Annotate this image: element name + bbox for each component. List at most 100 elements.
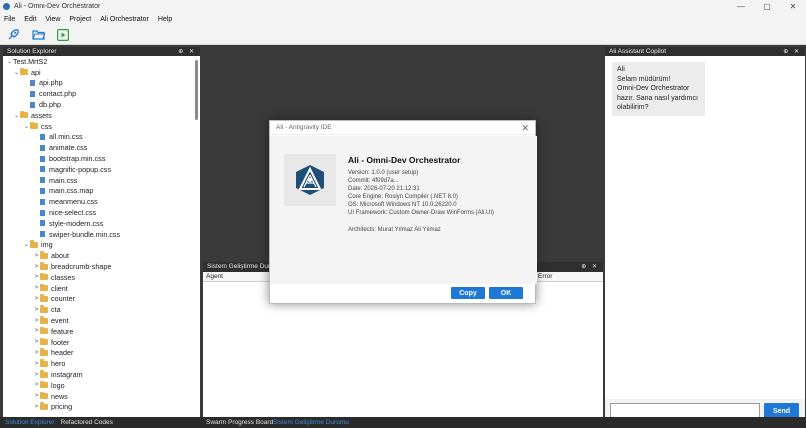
panel-pin-close-icons[interactable]: ⊕ ✕ [581, 263, 599, 270]
tab-refactored-codes[interactable]: Refactored Codes [61, 419, 113, 426]
version-info: Version: 1.0.0 (user setup) Commit: 4f09… [348, 169, 494, 217]
tree-folder-item[interactable]: > pricing [3, 402, 200, 413]
tree-folder-item[interactable]: > logo [3, 380, 200, 391]
expand-arrow-icon[interactable]: > [33, 328, 40, 334]
menu-help[interactable]: Help [158, 16, 172, 23]
column-error[interactable]: Error [538, 273, 552, 280]
minimize-button[interactable]: — [728, 0, 754, 13]
tree-file-item[interactable]: bootstrap.min.css [3, 153, 200, 164]
folder-icon [40, 348, 48, 356]
tab-system-status[interactable]: Sistem Geliştirme Durumu [273, 419, 349, 426]
tree-folder-item[interactable]: > breadcrumb-shape [3, 261, 200, 272]
tree-item-label: footer [51, 337, 70, 347]
menu-view[interactable]: View [45, 16, 60, 23]
expand-arrow-icon[interactable]: > [33, 372, 40, 378]
tab-solution-explorer[interactable]: Solution Explorer [5, 419, 55, 426]
file-icon [40, 209, 45, 216]
tree-file-item[interactable]: main.css [3, 175, 200, 186]
tree-item-label: css [41, 121, 52, 131]
tree-folder-item[interactable]: > cta [3, 304, 200, 315]
copilot-title: Ali Assistant Copilot [609, 48, 667, 55]
tree-file-item[interactable]: swiper-bundle.min.css [3, 229, 200, 240]
tree-folder-item[interactable]: > header [3, 348, 200, 359]
expand-arrow-icon[interactable]: > [33, 350, 40, 356]
menu-ali-orchestrator[interactable]: Ali Orchestrator [100, 16, 149, 23]
expand-arrow-icon[interactable]: > [33, 274, 40, 280]
file-icon [40, 144, 45, 151]
tree-item-label: meanmenu.css [49, 197, 98, 207]
expand-arrow-icon[interactable]: > [33, 296, 40, 302]
tree-item-label: img [41, 240, 53, 250]
tree-file-item[interactable]: style-modern.css [3, 218, 200, 229]
tree-file-item[interactable]: animate.css [3, 142, 200, 153]
panel-pin-close-icons[interactable]: ⊕ ✕ [178, 48, 196, 55]
maximize-button[interactable]: ▢ [754, 0, 780, 13]
tree-file-item[interactable]: magnific-popup.css [3, 164, 200, 175]
tree-folder-item[interactable]: > client [3, 283, 200, 294]
collapse-arrow-icon[interactable]: ⌄ [13, 112, 20, 119]
tree-folder-item[interactable]: ⌄ api [3, 67, 200, 78]
tree-file-item[interactable]: nice-select.css [3, 207, 200, 218]
expand-arrow-icon[interactable]: > [33, 339, 40, 345]
tree-item-label: style-modern.css [49, 218, 104, 228]
chat-input[interactable] [610, 403, 760, 418]
message-line: Selam müdürüm! [617, 75, 671, 83]
tree-file-item[interactable]: meanmenu.css [3, 196, 200, 207]
tree-folder-item[interactable]: > classes [3, 272, 200, 283]
tree-file-item[interactable]: api.php [3, 78, 200, 89]
expand-arrow-icon[interactable]: > [33, 393, 40, 399]
folder-icon [40, 251, 48, 259]
menu-project[interactable]: Project [69, 16, 91, 23]
copy-button[interactable]: Copy [451, 287, 485, 299]
tree-folder-item[interactable]: ⌄ assets [3, 110, 200, 121]
rocket-icon[interactable] [6, 28, 20, 42]
close-window-button[interactable]: ✕ [780, 0, 806, 13]
close-icon[interactable]: ✕ [521, 123, 529, 134]
collapse-arrow-icon[interactable]: ⌄ [6, 58, 13, 65]
expand-arrow-icon[interactable]: > [33, 264, 40, 270]
collapse-arrow-icon[interactable]: ⌄ [23, 123, 30, 130]
panel-pin-close-icons[interactable]: ⊕ ✕ [783, 48, 801, 55]
tree-folder-item[interactable]: > hero [3, 358, 200, 369]
tree-folder-item[interactable]: > event [3, 315, 200, 326]
column-agent[interactable]: Agent [206, 273, 223, 280]
expand-arrow-icon[interactable]: > [33, 404, 40, 410]
tree-file-item[interactable]: contact.php [3, 88, 200, 99]
collapse-arrow-icon[interactable]: ⌄ [23, 241, 30, 248]
folder-icon [40, 402, 48, 410]
menu-file[interactable]: File [4, 16, 15, 23]
tree-item-label: main.css.map [49, 186, 94, 196]
tree-item-label: swiper-bundle.min.css [49, 229, 121, 239]
tree-item-label: counter [51, 294, 75, 304]
tree-file-item[interactable]: main.css.map [3, 186, 200, 197]
expand-arrow-icon[interactable]: > [33, 285, 40, 291]
tree-folder-item[interactable]: > footer [3, 337, 200, 348]
tree-folder-item[interactable]: ⌄ css [3, 121, 200, 132]
tree-folder-item[interactable]: ⌄ img [3, 240, 200, 251]
tree-folder-item[interactable]: > counter [3, 294, 200, 305]
run-icon[interactable] [56, 28, 70, 42]
tree-scrollbar[interactable] [195, 60, 198, 120]
ok-button[interactable]: OK [489, 287, 523, 299]
open-folder-icon[interactable] [31, 28, 45, 42]
expand-arrow-icon[interactable]: > [33, 307, 40, 313]
tab-swarm-progress-board[interactable]: Swarm Progress Board [206, 419, 273, 426]
file-icon [40, 220, 45, 227]
tree-folder-item[interactable]: > feature [3, 326, 200, 337]
tree-root[interactable]: ⌄ Test.MrtS2 [3, 56, 200, 67]
expand-arrow-icon[interactable]: > [33, 361, 40, 367]
menu-edit[interactable]: Edit [24, 16, 36, 23]
expand-arrow-icon[interactable]: > [33, 382, 40, 388]
tree-folder-item[interactable]: > news [3, 391, 200, 402]
tree-file-item[interactable]: db.php [3, 99, 200, 110]
folder-icon [40, 380, 48, 389]
file-icon [40, 166, 45, 173]
expand-arrow-icon[interactable]: > [33, 318, 40, 324]
tree-item-label: nice-select.css [49, 208, 97, 218]
tree-file-item[interactable]: all.min.css [3, 132, 200, 143]
expand-arrow-icon[interactable]: > [33, 253, 40, 259]
tree-folder-item[interactable]: > about [3, 250, 200, 261]
tree-folder-item[interactable]: > instagram [3, 369, 200, 380]
collapse-arrow-icon[interactable]: ⌄ [13, 69, 20, 76]
status-bar: Solution Explorer Refactored Codes Swarm… [0, 417, 806, 428]
